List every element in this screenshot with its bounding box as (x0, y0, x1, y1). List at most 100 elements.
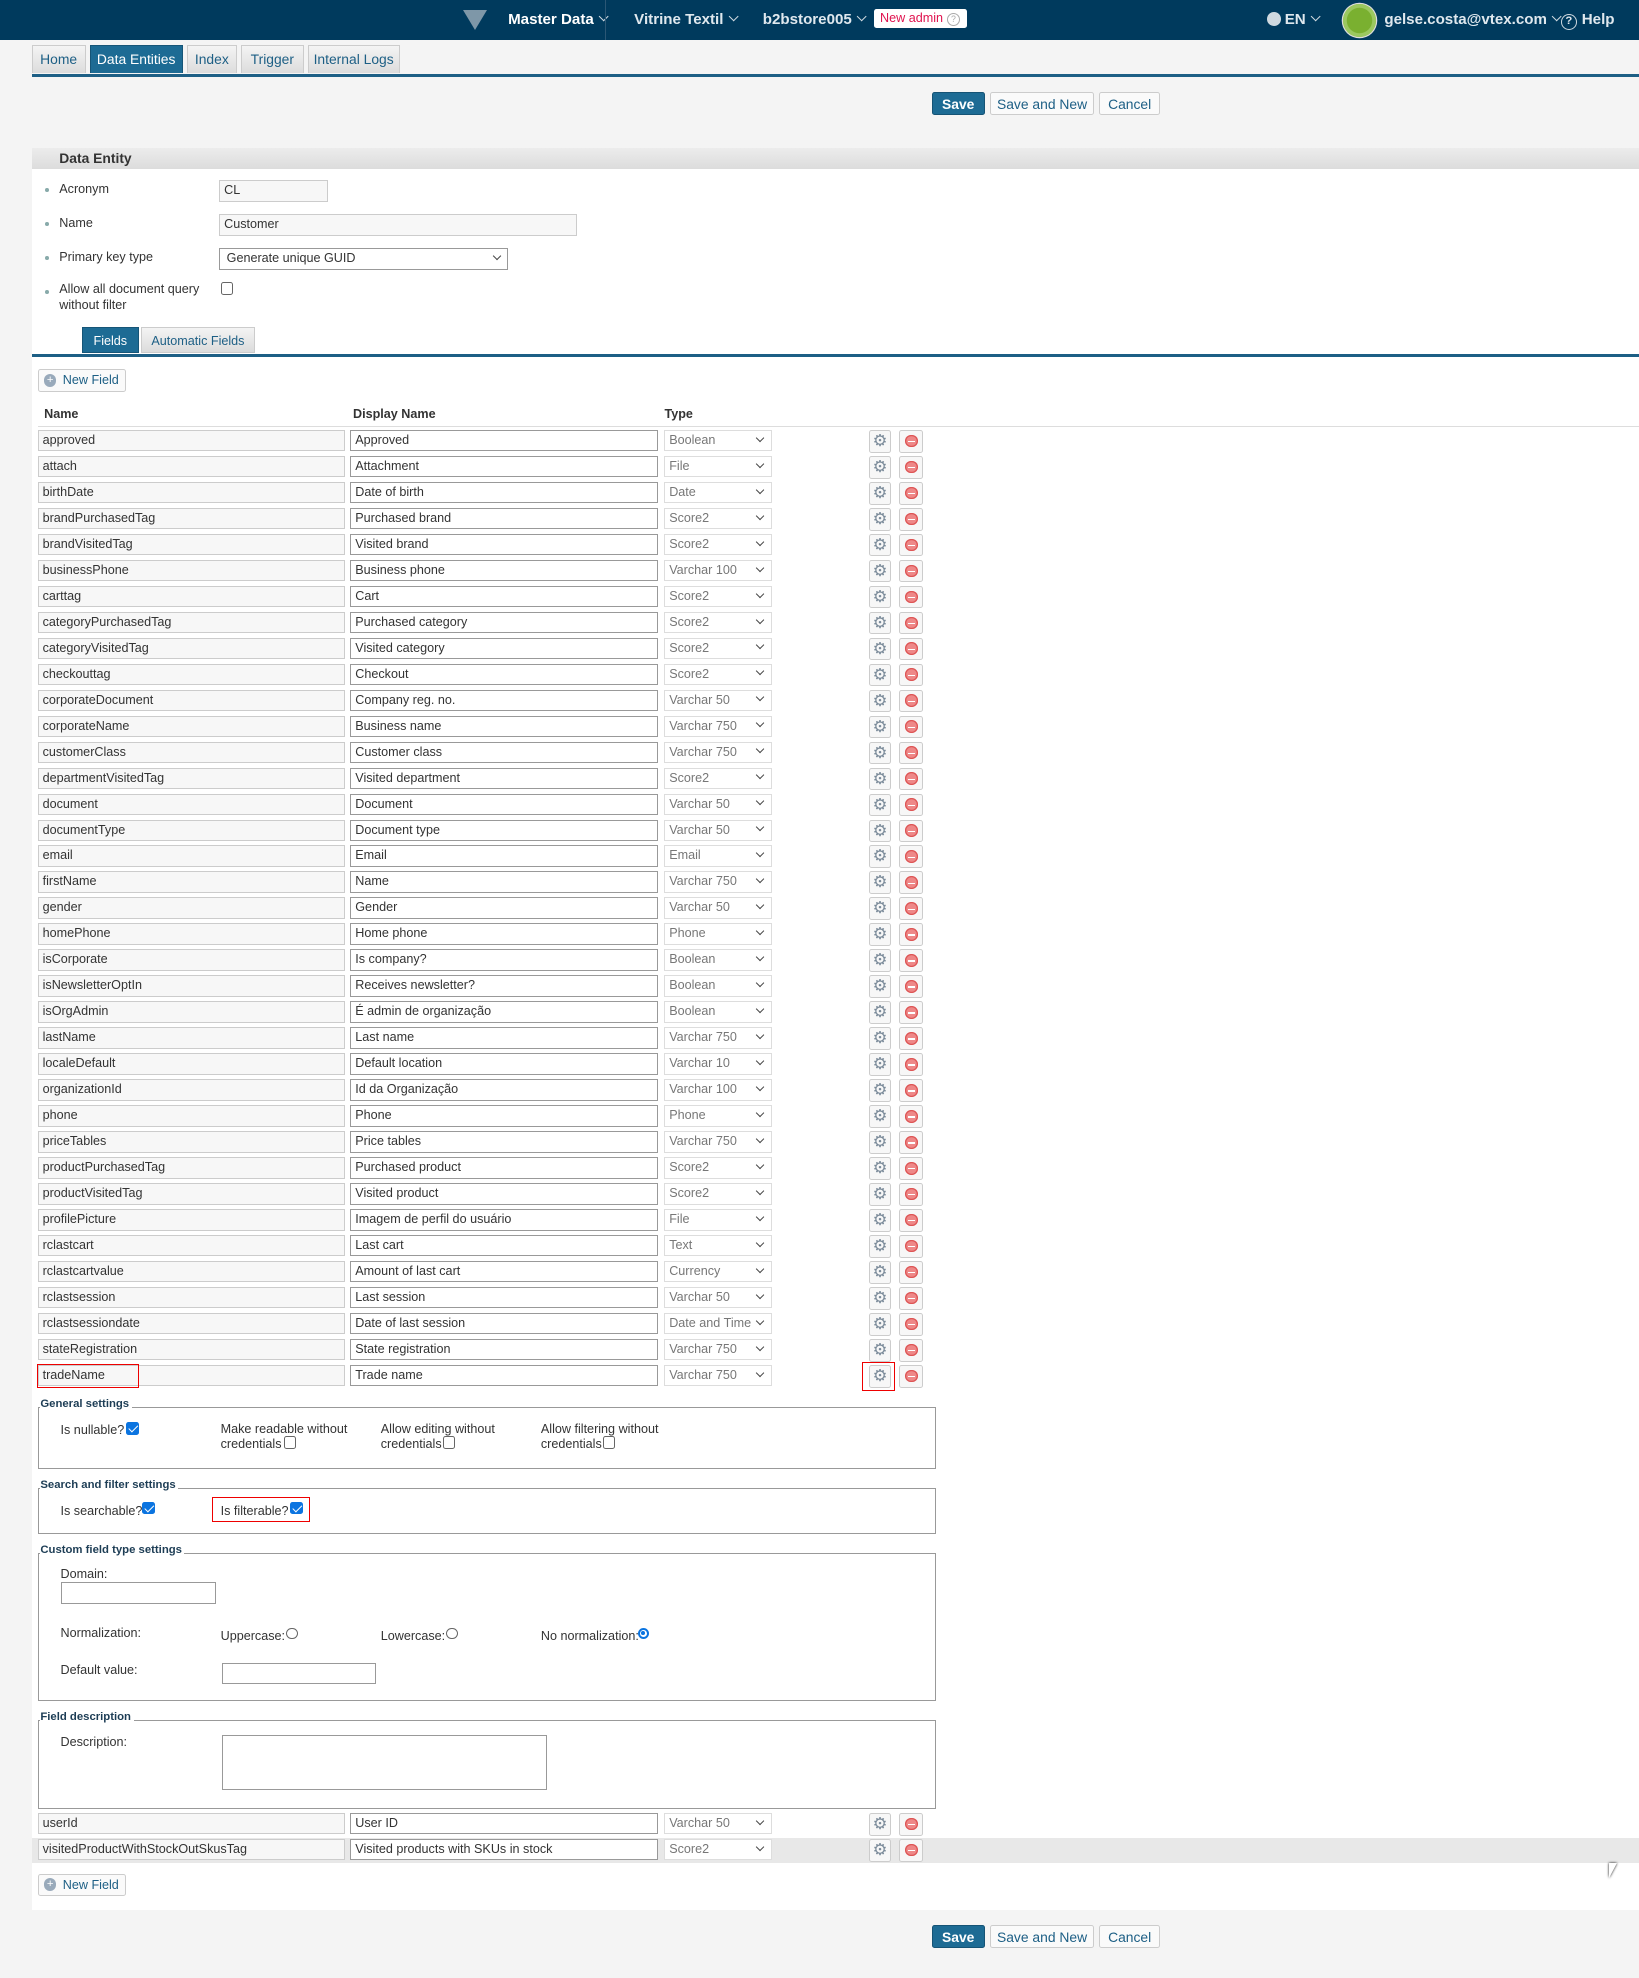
gear-icon[interactable]: ⚙ (868, 559, 892, 583)
field-display-name-input[interactable]: Customer class (350, 741, 659, 763)
field-name-input[interactable]: organizationId (37, 1079, 346, 1101)
remove-icon[interactable] (898, 429, 923, 453)
tab-trigger[interactable]: Trigger (240, 45, 304, 74)
save-button[interactable]: Save (931, 92, 985, 115)
new-field-button-bottom[interactable]: + New Field (37, 1873, 127, 1897)
field-type-select[interactable]: Boolean (664, 949, 772, 971)
field-name-input[interactable]: birthDate (37, 481, 346, 504)
remove-icon[interactable] (898, 585, 923, 609)
field-type-select[interactable]: Boolean (664, 1001, 772, 1023)
store-switcher[interactable]: Vitrine Textil (634, 11, 739, 28)
remove-icon[interactable] (898, 897, 923, 921)
field-name-input[interactable]: rclastcartvalue (37, 1261, 346, 1283)
gear-icon[interactable]: ⚙ (868, 819, 892, 843)
gear-icon[interactable]: ⚙ (868, 1027, 892, 1050)
allow-query-checkbox[interactable] (220, 282, 234, 295)
gear-icon[interactable]: ⚙ (868, 1105, 892, 1128)
field-display-name-input[interactable]: Visited product (350, 1183, 659, 1205)
gear-icon[interactable]: ⚙ (868, 741, 892, 765)
field-name-input[interactable]: carttag (37, 585, 346, 608)
field-name-input[interactable]: corporateDocument (37, 689, 346, 712)
field-type-select[interactable]: Score2 (664, 533, 772, 556)
remove-icon[interactable] (898, 845, 923, 869)
field-name-input[interactable]: productVisitedTag (37, 1183, 346, 1205)
field-display-name-input[interactable]: Document (350, 793, 659, 815)
remove-icon[interactable] (898, 1209, 923, 1232)
field-display-name-input[interactable]: Receives newsletter? (350, 975, 659, 997)
field-name-input[interactable]: firstName (37, 871, 346, 893)
save-and-new-button-bottom[interactable]: Save and New (989, 1925, 1095, 1948)
field-name-input[interactable]: categoryVisitedTag (37, 637, 346, 660)
field-type-select[interactable]: Varchar 50 (664, 897, 772, 919)
gear-icon[interactable]: ⚙ (868, 1001, 892, 1024)
field-display-name-input[interactable]: Is company? (350, 949, 659, 971)
primary-key-select[interactable]: Generate unique GUID (219, 248, 509, 270)
field-display-name-input[interactable]: Last name (350, 1027, 659, 1049)
remove-icon[interactable] (898, 1813, 923, 1836)
field-type-select[interactable]: File (664, 1209, 772, 1231)
field-type-select[interactable]: Varchar 100 (664, 1079, 772, 1101)
field-name-input[interactable]: isNewsletterOptIn (37, 975, 346, 997)
gear-icon[interactable]: ⚙ (868, 767, 892, 791)
field-name-input[interactable]: rclastcart (37, 1235, 346, 1257)
field-display-name-input[interactable]: Date of last session (350, 1312, 659, 1335)
field-name-input[interactable]: userId (37, 1813, 346, 1835)
field-type-select[interactable]: Varchar 750 (664, 1338, 772, 1361)
gear-icon[interactable]: ⚙ (868, 1338, 892, 1362)
field-type-select[interactable]: Score2 (664, 767, 772, 789)
new-admin-badge[interactable]: New admin? (873, 8, 968, 28)
gear-icon[interactable]: ⚙ (868, 481, 892, 505)
field-display-name-input[interactable]: Date of birth (350, 481, 659, 504)
gear-icon[interactable]: ⚙ (868, 845, 892, 869)
field-type-select[interactable]: Email (664, 845, 772, 867)
gear-icon[interactable]: ⚙ (868, 1287, 892, 1310)
field-name-input[interactable]: homePhone (37, 923, 346, 945)
field-display-name-input[interactable]: Trade name (350, 1364, 659, 1387)
remove-icon[interactable] (898, 949, 923, 973)
gear-icon[interactable]: ⚙ (868, 585, 892, 609)
field-type-select[interactable]: Score2 (664, 585, 772, 608)
field-name-input[interactable]: categoryPurchasedTag (37, 611, 346, 634)
user-menu[interactable]: gelse.costa@vtex.com (1384, 11, 1562, 28)
field-name-input[interactable]: corporateName (37, 715, 346, 738)
gear-icon[interactable]: ⚙ (868, 637, 892, 661)
field-type-select[interactable]: Varchar 750 (664, 741, 772, 763)
remove-icon[interactable] (898, 1157, 923, 1180)
remove-icon[interactable] (898, 533, 923, 557)
field-display-name-input[interactable]: Email (350, 845, 659, 867)
field-display-name-input[interactable]: Price tables (350, 1131, 659, 1153)
field-name-input[interactable]: stateRegistration (37, 1338, 346, 1361)
field-type-select[interactable]: Score2 (664, 1838, 772, 1861)
tab-home[interactable]: Home (31, 45, 86, 74)
remove-icon[interactable] (898, 923, 923, 947)
new-field-button[interactable]: + New Field (37, 369, 127, 393)
remove-icon[interactable] (898, 637, 923, 661)
remove-icon[interactable] (898, 871, 923, 895)
field-type-select[interactable]: Score2 (664, 1183, 772, 1205)
searchable-checkbox[interactable] (142, 1501, 156, 1515)
product-switcher[interactable]: Master Data (508, 11, 609, 28)
remove-icon[interactable] (898, 1338, 923, 1362)
field-type-select[interactable]: Date and Time (664, 1312, 772, 1335)
gear-icon[interactable]: ⚙ (868, 611, 892, 635)
remove-icon[interactable] (898, 455, 923, 479)
field-name-input[interactable]: profilePicture (37, 1209, 346, 1231)
remove-icon[interactable] (898, 1027, 923, 1050)
field-display-name-input[interactable]: State registration (350, 1338, 659, 1361)
field-name-input[interactable]: businessPhone (37, 559, 346, 582)
field-type-select[interactable]: Score2 (664, 637, 772, 660)
field-display-name-input[interactable]: Purchased category (350, 611, 659, 634)
field-type-select[interactable]: Boolean (664, 975, 772, 997)
field-type-select[interactable]: Varchar 750 (664, 1027, 772, 1049)
field-type-select[interactable]: Varchar 750 (664, 1131, 772, 1153)
subtab-fields[interactable]: Fields (81, 326, 139, 354)
remove-icon[interactable] (898, 1261, 923, 1284)
nullable-checkbox[interactable] (126, 1422, 139, 1435)
field-type-select[interactable]: Currency (664, 1261, 772, 1283)
lowercase-radio[interactable] (446, 1627, 458, 1640)
field-type-select[interactable]: Score2 (664, 663, 772, 686)
name-input[interactable]: Customer (219, 214, 578, 236)
field-type-select[interactable]: Score2 (664, 611, 772, 634)
field-display-name-input[interactable]: Default location (350, 1053, 659, 1075)
remove-icon[interactable] (898, 793, 923, 817)
